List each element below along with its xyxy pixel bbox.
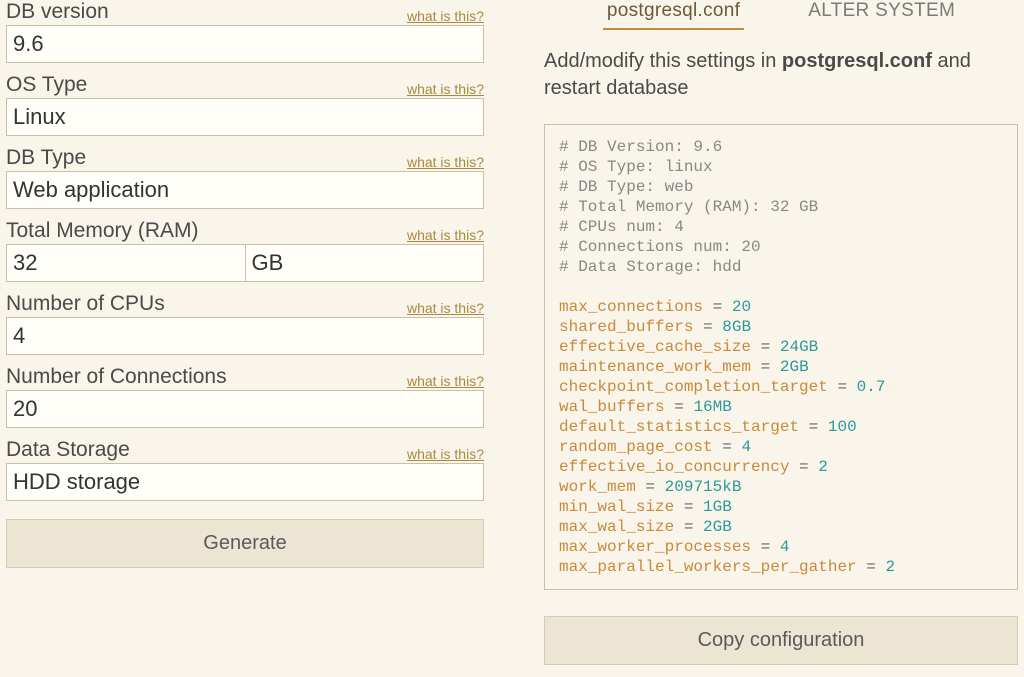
hint-db-version[interactable]: what is this? [407, 8, 484, 24]
instruction-text: Add/modify this settings in postgresql.c… [544, 48, 1018, 102]
input-db-type[interactable] [6, 171, 484, 209]
hint-storage[interactable]: what is this? [407, 446, 484, 462]
input-connections[interactable] [6, 390, 484, 428]
field-storage: Data Storage what is this? [6, 438, 484, 501]
field-db-type: DB Type what is this? [6, 146, 484, 209]
field-db-version: DB version what is this? [6, 0, 484, 63]
copy-configuration-button[interactable]: Copy configuration [544, 616, 1018, 665]
label-connections: Number of Connections [6, 365, 227, 389]
output-tabs: postgresql.conf ALTER SYSTEM [544, 0, 1018, 30]
label-storage: Data Storage [6, 438, 130, 462]
field-cpus: Number of CPUs what is this? [6, 292, 484, 355]
label-os-type: OS Type [6, 73, 87, 97]
tab-alter-system[interactable]: ALTER SYSTEM [804, 0, 959, 30]
input-cpus[interactable] [6, 317, 484, 355]
hint-db-type[interactable]: what is this? [407, 154, 484, 170]
label-cpus: Number of CPUs [6, 292, 165, 316]
hint-os-type[interactable]: what is this? [407, 81, 484, 97]
hint-cpus[interactable]: what is this? [407, 300, 484, 316]
input-memory[interactable] [6, 244, 246, 282]
label-db-type: DB Type [6, 146, 86, 170]
label-db-version: DB version [6, 0, 109, 24]
field-connections: Number of Connections what is this? [6, 365, 484, 428]
generate-button[interactable]: Generate [6, 519, 484, 568]
field-os-type: OS Type what is this? [6, 73, 484, 136]
hint-connections[interactable]: what is this? [407, 373, 484, 389]
config-output: # DB Version: 9.6 # OS Type: linux # DB … [544, 124, 1018, 590]
label-memory: Total Memory (RAM) [6, 219, 199, 243]
hint-memory[interactable]: what is this? [407, 227, 484, 243]
input-storage[interactable] [6, 463, 484, 501]
tab-postgresql-conf[interactable]: postgresql.conf [603, 0, 744, 30]
select-memory-unit[interactable] [246, 244, 485, 282]
input-db-version[interactable] [6, 25, 484, 63]
input-os-type[interactable] [6, 98, 484, 136]
field-memory: Total Memory (RAM) what is this? [6, 219, 484, 282]
